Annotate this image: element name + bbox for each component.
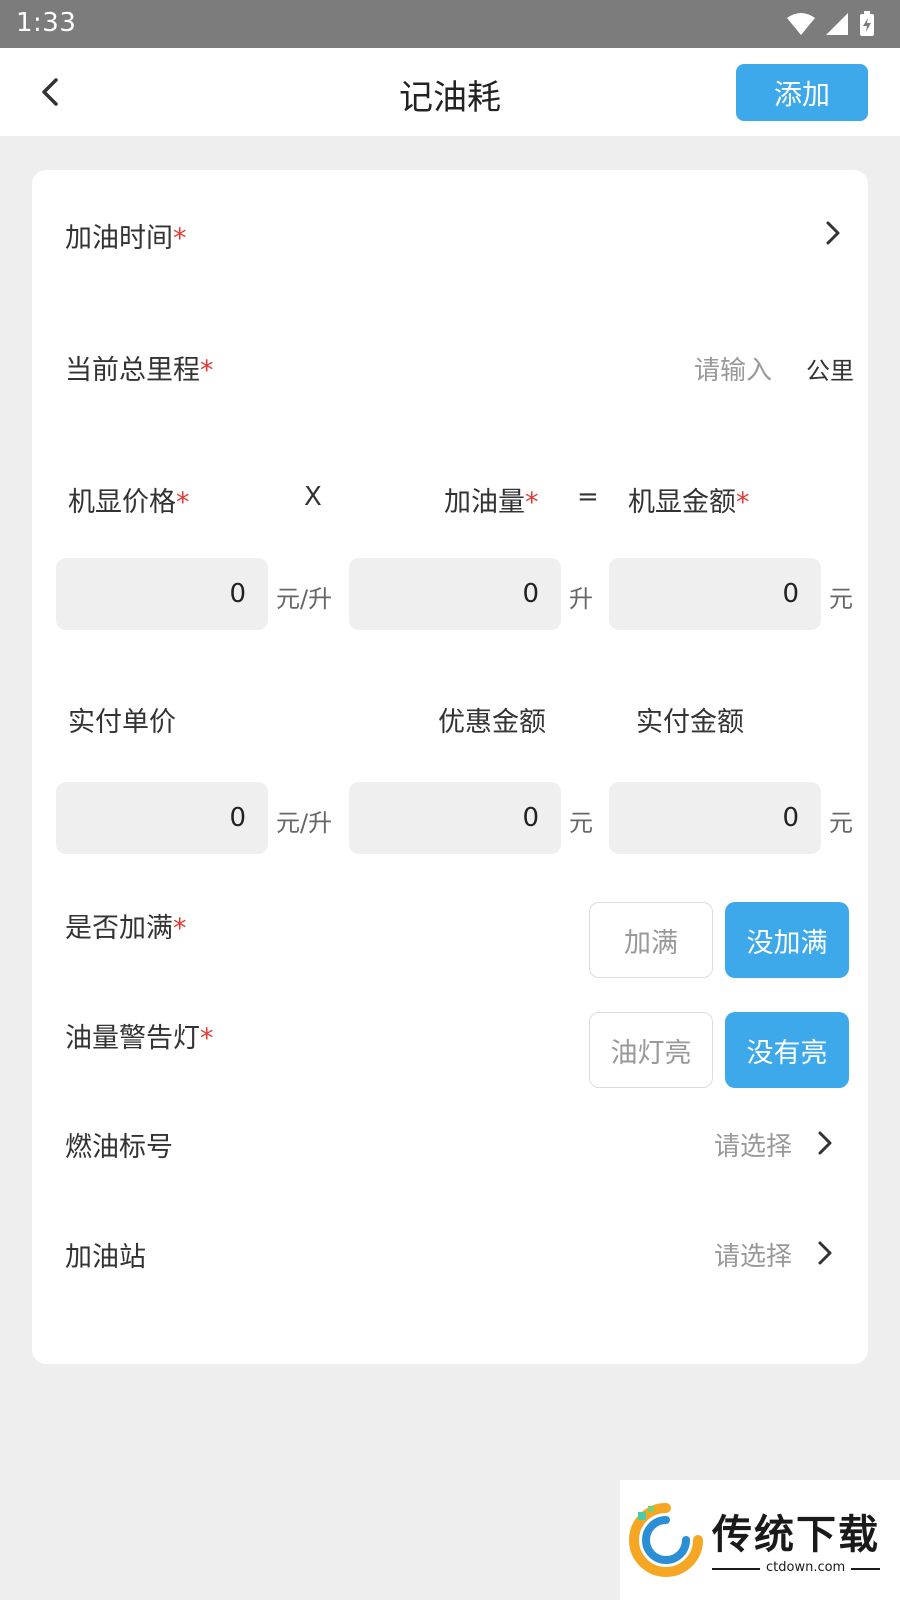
system-icons — [786, 10, 876, 38]
machine-amount-input[interactable]: 0 — [609, 558, 821, 630]
odometer-label: 当前总里程* — [65, 355, 214, 386]
discount-amount-input[interactable]: 0 — [349, 782, 561, 854]
actual-paid-amount-input[interactable]: 0 — [609, 782, 821, 854]
machine-amount-label: 机显金额* — [628, 487, 750, 518]
gas-station-select[interactable]: 请选择 — [714, 1236, 792, 1273]
fuel-grade-label: 燃油标号 — [65, 1132, 173, 1163]
full-tank-label: 是否加满* — [65, 913, 187, 944]
fuel-grade-select[interactable]: 请选择 — [714, 1126, 792, 1163]
chevron-right-icon[interactable] — [822, 218, 844, 248]
machine-price-input[interactable]: 0 — [56, 558, 268, 630]
required-mark: * — [525, 487, 539, 518]
odometer-unit: 公里 — [806, 357, 854, 385]
watermark-url: ctdown.com — [760, 1560, 852, 1575]
wifi-icon — [787, 13, 815, 35]
nav-bar: 记油耗 添加 — [0, 48, 900, 136]
fuel-log-form: 加油时间* 当前总里程* 请输入 公里 机显价格* X 加油量* = 机显金额*… — [32, 170, 868, 1364]
watermark: 传统下载 ctdown.com — [620, 1480, 900, 1600]
machine-price-label: 机显价格* — [68, 487, 190, 518]
warning-light-off-option[interactable]: 没有亮 — [725, 1012, 849, 1088]
watermark-logo-icon — [629, 1503, 703, 1577]
required-mark: * — [173, 223, 187, 254]
required-mark: * — [173, 913, 187, 944]
refuel-time-label: 加油时间* — [65, 223, 187, 254]
machine-amount-unit: 元 — [829, 585, 853, 613]
discount-amount-label: 优惠金额 — [438, 707, 546, 738]
odometer-input[interactable]: 请输入 — [694, 350, 772, 387]
fuel-warning-light-label: 油量警告灯* — [65, 1023, 214, 1054]
not-full-tank-option[interactable]: 没加满 — [725, 902, 849, 978]
chevron-right-icon[interactable] — [814, 1238, 836, 1268]
required-mark: * — [200, 355, 214, 386]
chevron-right-icon[interactable] — [814, 1128, 836, 1158]
full-tank-option[interactable]: 加满 — [589, 902, 713, 978]
watermark-brand: 传统下载 — [712, 1512, 880, 1558]
fuel-quantity-input[interactable]: 0 — [349, 558, 561, 630]
fuel-quantity-unit: 升 — [569, 585, 593, 613]
add-button[interactable]: 添加 — [736, 64, 868, 121]
actual-unit-price-label: 实付单价 — [68, 707, 176, 738]
fuel-quantity-label: 加油量* — [444, 487, 539, 518]
actual-paid-amount-unit: 元 — [829, 809, 853, 837]
status-bar: 1:33 — [0, 0, 900, 48]
required-mark: * — [200, 1023, 214, 1054]
discount-amount-unit: 元 — [569, 809, 593, 837]
status-time: 1:33 — [16, 8, 77, 38]
equals-sign: = — [577, 482, 599, 512]
actual-paid-amount-label: 实付金额 — [636, 707, 744, 738]
warning-light-on-option[interactable]: 油灯亮 — [589, 1012, 713, 1088]
machine-price-unit: 元/升 — [276, 585, 333, 613]
required-mark: * — [736, 487, 750, 518]
actual-unit-price-unit: 元/升 — [276, 809, 333, 837]
battery-charging-icon — [860, 11, 874, 36]
gas-station-label: 加油站 — [65, 1242, 146, 1273]
required-mark: * — [176, 487, 190, 518]
actual-unit-price-input[interactable]: 0 — [56, 782, 268, 854]
cell-signal-icon — [826, 13, 848, 35]
multiply-sign: X — [304, 482, 322, 512]
